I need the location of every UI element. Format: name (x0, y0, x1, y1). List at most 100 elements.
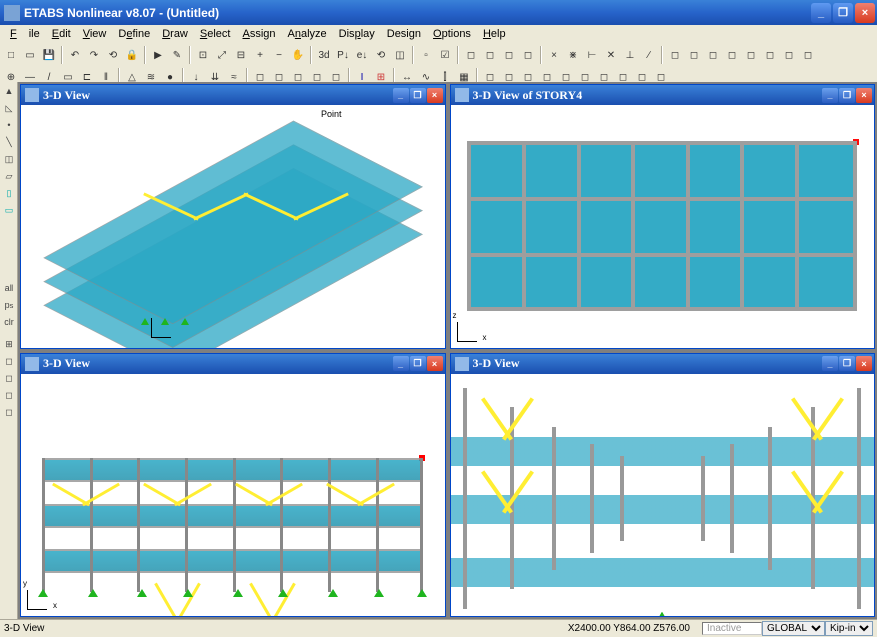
status-units-select[interactable]: Kip-in (825, 621, 873, 636)
menubar: File Edit View Define Draw Select Assign… (0, 25, 877, 43)
zoom-out-icon[interactable]: − (270, 46, 288, 64)
child-minimize-button[interactable]: _ (393, 88, 409, 103)
lock-icon[interactable]: 🔒 (123, 46, 141, 64)
undo-icon[interactable]: ↶ (66, 46, 84, 64)
maximize-button[interactable]: ❐ (833, 3, 853, 23)
child-titlebar[interactable]: 3-D View _ ❐ × (451, 354, 875, 374)
refresh-icon[interactable]: ⟲ (104, 46, 122, 64)
select-all-icon[interactable]: a‖ (1, 280, 17, 296)
viewport-3d-elev[interactable]: x y (21, 374, 445, 617)
toolbar-icon[interactable]: ◻ (723, 46, 741, 64)
draw-slab-icon[interactable]: ▭ (1, 202, 17, 218)
toolbar-icon[interactable]: ◻ (685, 46, 703, 64)
snap-perp-icon[interactable]: ⊥ (621, 46, 639, 64)
draw-frame-icon[interactable]: ◫ (1, 151, 17, 167)
rubber-icon[interactable]: ✎ (168, 46, 186, 64)
child-close-button[interactable]: × (427, 88, 443, 103)
toolbar-icon[interactable]: ◻ (1, 370, 17, 386)
child-titlebar[interactable]: 3-D View _ ❐ × (21, 354, 445, 374)
toolbar-icon[interactable]: ◻ (1, 353, 17, 369)
run-icon[interactable]: ▶ (149, 46, 167, 64)
menu-define[interactable]: Define (112, 26, 156, 42)
view-icon (455, 88, 469, 102)
view-icon (455, 357, 469, 371)
set-view-icon[interactable]: ⊞ (1, 336, 17, 352)
toolbar-icon[interactable]: ◻ (462, 46, 480, 64)
pan-icon[interactable]: ✋ (289, 46, 307, 64)
snap-end-icon[interactable]: ⊢ (583, 46, 601, 64)
toolbar-icon[interactable]: ◻ (481, 46, 499, 64)
child-maximize-button[interactable]: ❐ (839, 88, 855, 103)
deselect-icon[interactable]: clr (1, 314, 17, 330)
menu-assign[interactable]: Assign (236, 26, 281, 42)
child-close-button[interactable]: × (856, 356, 872, 371)
select-prev-icon[interactable]: ps (1, 297, 17, 313)
viewport-3d-persp[interactable] (451, 374, 875, 617)
menu-select[interactable]: Select (194, 26, 237, 42)
draw-line-icon[interactable]: ╲ (1, 134, 17, 150)
pointer-icon[interactable]: ▲ (1, 83, 17, 99)
toolbar-icon[interactable]: ◻ (1, 404, 17, 420)
menu-options[interactable]: Options (427, 26, 477, 42)
child-titlebar[interactable]: 3-D View _ ❐ × (21, 85, 445, 105)
redo-icon[interactable]: ↷ (85, 46, 103, 64)
toolbar-icon[interactable]: ◻ (500, 46, 518, 64)
menu-draw[interactable]: Draw (156, 26, 194, 42)
zoom-extent-icon[interactable]: ⤢ (213, 46, 231, 64)
new-icon[interactable]: □ (2, 46, 20, 64)
child-close-button[interactable]: × (427, 356, 443, 371)
menu-file[interactable]: File (4, 26, 46, 42)
child-titlebar[interactable]: 3-D View of STORY4 _ ❐ × (451, 85, 875, 105)
save-icon[interactable]: 💾 (40, 46, 58, 64)
toolbar-icon[interactable]: ◻ (1, 387, 17, 403)
draw-point-icon[interactable]: • (1, 117, 17, 133)
child-maximize-button[interactable]: ❐ (410, 88, 426, 103)
draw-wall-icon[interactable]: ▯ (1, 185, 17, 201)
menu-help[interactable]: Help (477, 26, 512, 42)
set-elements-icon[interactable]: ☑ (436, 46, 454, 64)
snap-line-icon[interactable]: ∕ (640, 46, 658, 64)
child-minimize-button[interactable]: _ (822, 356, 838, 371)
snap-point-icon[interactable]: × (545, 46, 563, 64)
toolbar-icon[interactable]: ◻ (666, 46, 684, 64)
draw-area-icon[interactable]: ▱ (1, 168, 17, 184)
point-label: Point (321, 109, 342, 119)
perspective-icon[interactable]: ◫ (391, 46, 409, 64)
zoom-prev-icon[interactable]: ⊟ (232, 46, 250, 64)
menu-edit[interactable]: Edit (46, 26, 77, 42)
zoom-window-icon[interactable]: ⊡ (194, 46, 212, 64)
snap-mid-icon[interactable]: ⋇ (564, 46, 582, 64)
status-snap-field[interactable]: Inactive (702, 622, 762, 635)
toolbar-icon[interactable]: ◻ (799, 46, 817, 64)
child-minimize-button[interactable]: _ (393, 356, 409, 371)
zoom-in-icon[interactable]: + (251, 46, 269, 64)
child-close-button[interactable]: × (856, 88, 872, 103)
app-icon (4, 5, 20, 21)
child-maximize-button[interactable]: ❐ (410, 356, 426, 371)
menu-analyze[interactable]: Analyze (282, 26, 333, 42)
toolbar-icon[interactable]: ◻ (519, 46, 537, 64)
viewport-story4-plan[interactable]: x z (451, 105, 875, 348)
menu-display[interactable]: Display (333, 26, 381, 42)
minimize-button[interactable]: _ (811, 3, 831, 23)
toolbar-icon[interactable]: ◻ (742, 46, 760, 64)
status-coord-system-select[interactable]: GLOBAL (762, 621, 825, 636)
open-icon[interactable]: ▭ (21, 46, 39, 64)
status-coords: X2400.00 Y864.00 Z576.00 (568, 623, 690, 634)
viewport-3d-iso[interactable]: Point (21, 105, 445, 348)
view-elev-icon[interactable]: e↓ (353, 46, 371, 64)
menu-design[interactable]: Design (381, 26, 427, 42)
view-plan-icon[interactable]: P↓ (334, 46, 352, 64)
toolbar-icon[interactable]: ◻ (704, 46, 722, 64)
object-shrink-icon[interactable]: ▫ (417, 46, 435, 64)
rotate-icon[interactable]: ⟲ (372, 46, 390, 64)
toolbar-icon[interactable]: ◻ (761, 46, 779, 64)
menu-view[interactable]: View (77, 26, 113, 42)
child-maximize-button[interactable]: ❐ (839, 356, 855, 371)
toolbar-icon[interactable]: ◻ (780, 46, 798, 64)
reshape-icon[interactable]: ◺ (1, 100, 17, 116)
close-button[interactable]: × (855, 3, 875, 23)
view-3d-icon[interactable]: 3d (315, 46, 333, 64)
snap-intersect-icon[interactable]: ✕ (602, 46, 620, 64)
child-minimize-button[interactable]: _ (822, 88, 838, 103)
